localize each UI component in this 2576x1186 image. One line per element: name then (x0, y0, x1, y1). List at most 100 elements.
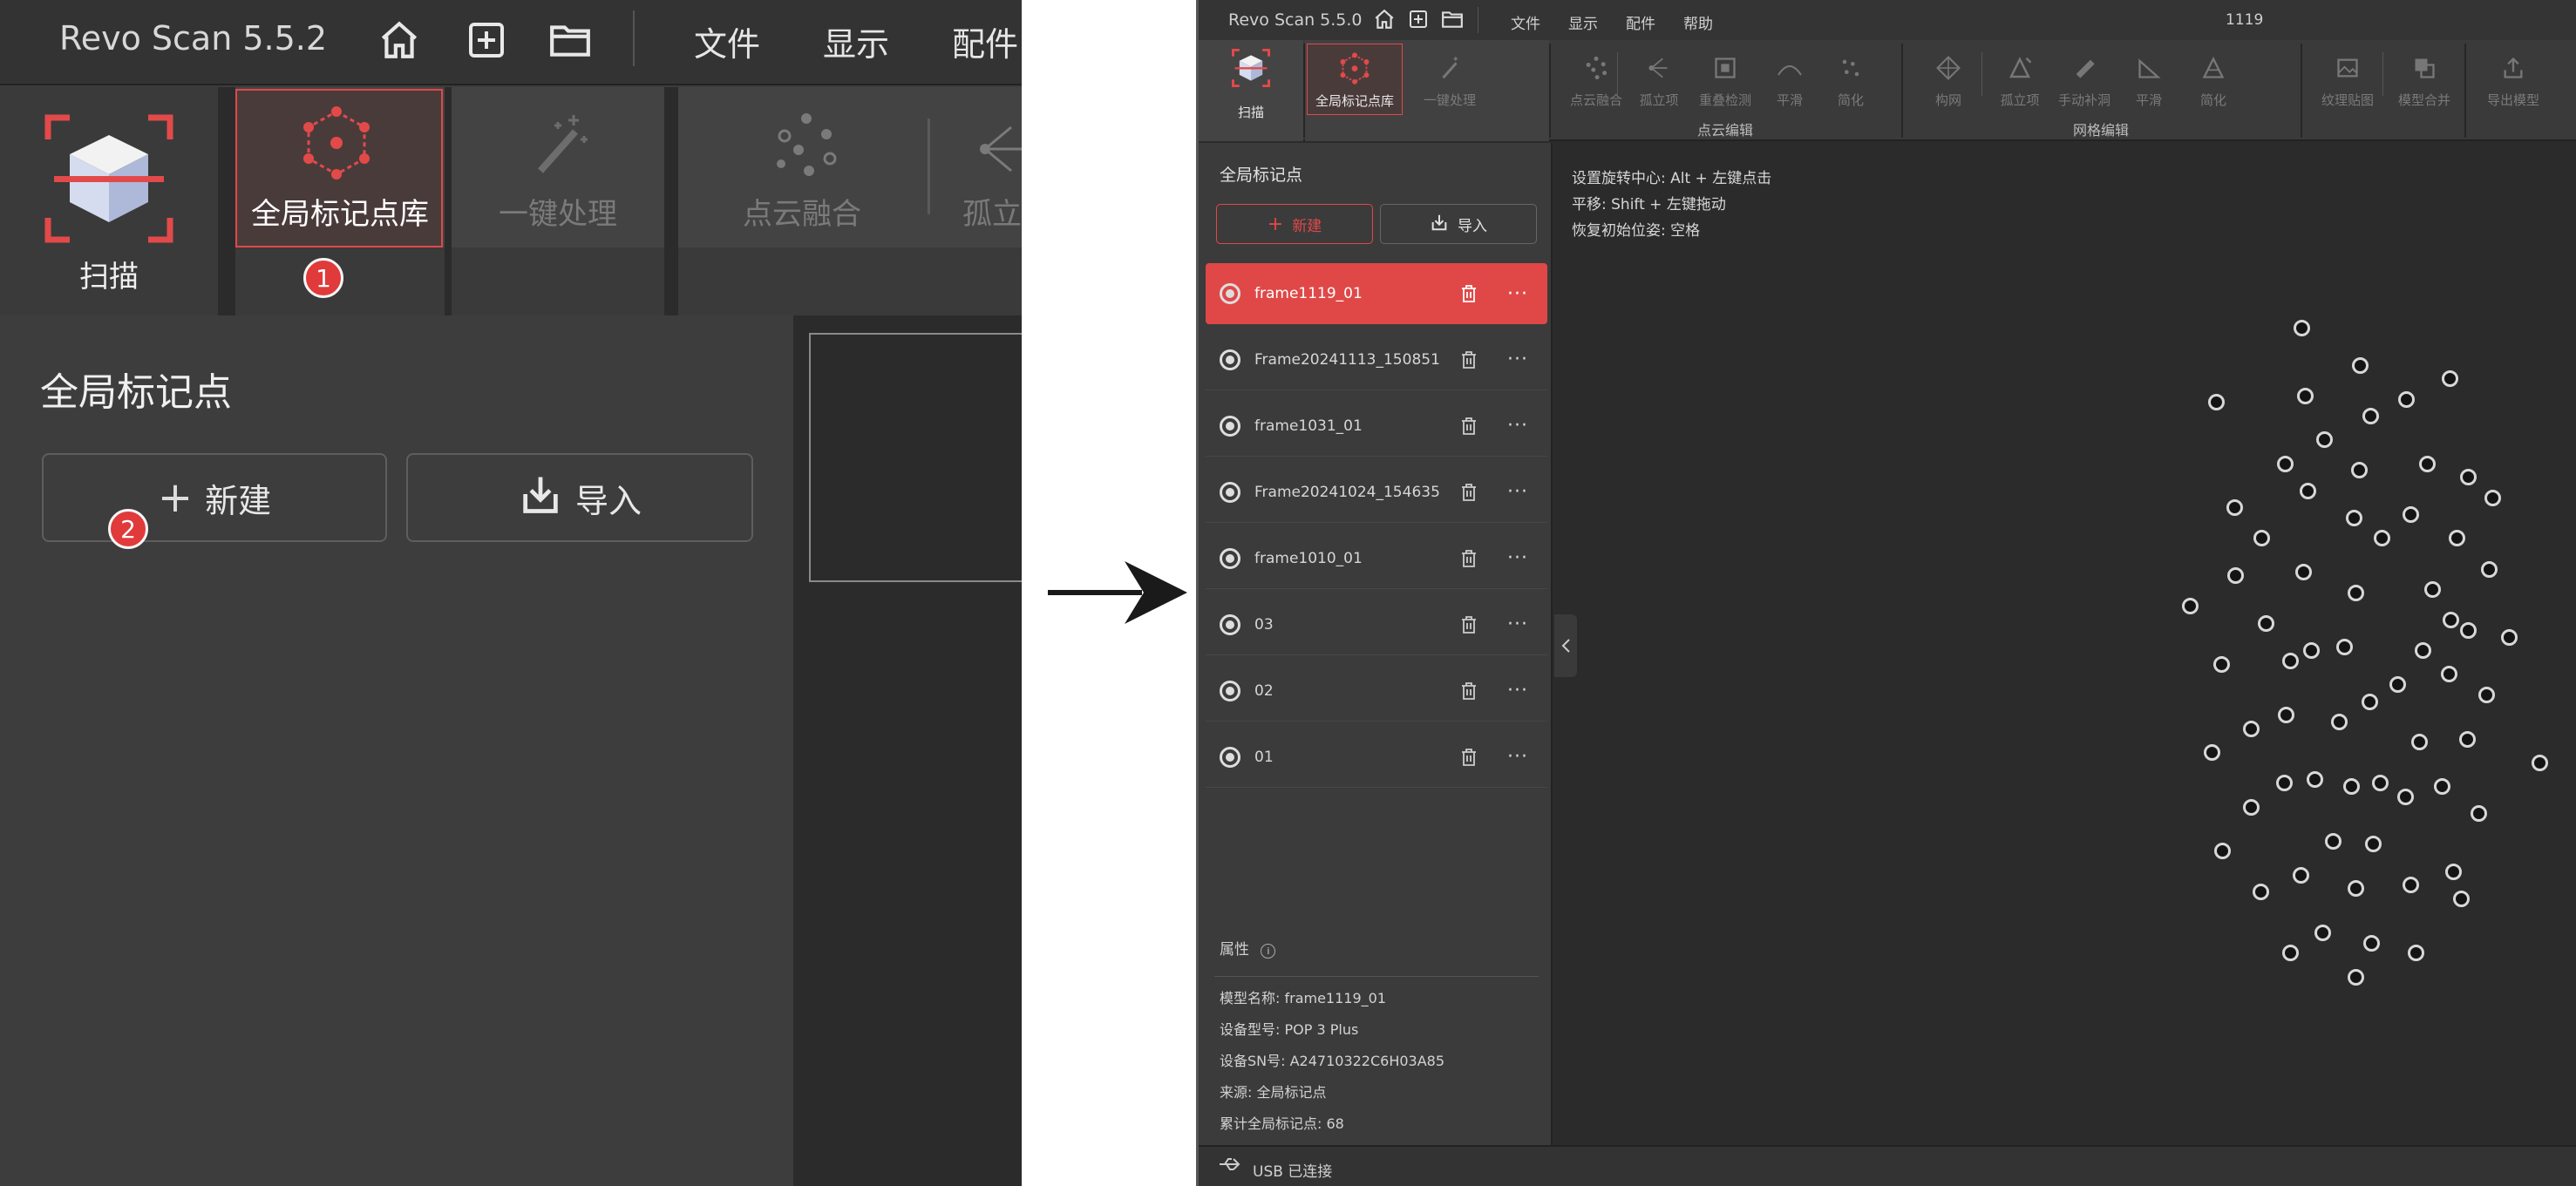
smooth-icon (1771, 49, 1809, 87)
marker-point (2295, 564, 2312, 581)
delete-icon[interactable] (1457, 348, 1481, 372)
new-button[interactable]: + 新建 (1216, 204, 1373, 244)
tool-isolated[interactable]: 孤立项 (1622, 44, 1696, 113)
menu-accessories[interactable]: 配件 (1626, 11, 1655, 33)
marker-set-row[interactable]: Frame20241113_150851 ··· (1206, 329, 1547, 390)
new-project-icon[interactable] (1408, 9, 1429, 33)
delete-icon[interactable] (1457, 745, 1481, 769)
radio-icon[interactable] (1220, 547, 1240, 569)
marker-set-row[interactable]: frame1119_01 ··· (1206, 263, 1547, 324)
more-options-icon[interactable]: ··· (1500, 746, 1535, 768)
menu-view[interactable]: 显示 (1568, 11, 1598, 33)
marker-set-row[interactable]: 03 ··· (1206, 594, 1547, 655)
tool-meshing[interactable]: 构网 (1912, 44, 1985, 113)
radio-icon[interactable] (1220, 613, 1240, 635)
marker-set-name: 01 (1254, 748, 1274, 766)
menu-file[interactable]: 文件 (694, 17, 760, 65)
tool-mesh-simplify[interactable]: 简化 (2177, 44, 2250, 113)
marker-set-row[interactable]: 02 ··· (1206, 661, 1547, 722)
marker-point (2351, 462, 2368, 479)
prop-source: 来源: 全局标记点 (1220, 1084, 1327, 1101)
marker-set-name: frame1010_01 (1254, 549, 1363, 567)
usb-status: USB 已连接 (1253, 1163, 1333, 1181)
open-folder-icon[interactable] (1441, 8, 1464, 34)
tool-label: 孤立项 (1639, 92, 1679, 108)
delete-icon[interactable] (1457, 414, 1481, 438)
radio-icon[interactable] (1220, 481, 1240, 503)
radio-icon[interactable] (1220, 415, 1240, 437)
delete-icon[interactable] (1457, 613, 1481, 637)
marker-point (2214, 843, 2231, 860)
import-button[interactable]: 导入 (1380, 204, 1537, 244)
marker-set-row[interactable]: frame1010_01 ··· (1206, 528, 1547, 589)
new-project-icon[interactable] (460, 14, 513, 66)
marker-point (2424, 580, 2441, 598)
marker-point (2445, 863, 2462, 880)
info-icon[interactable]: i (1261, 944, 1276, 959)
delete-icon[interactable] (1457, 546, 1481, 571)
tool-global-marker-lib[interactable]: 全局标记点库 (1307, 44, 1403, 115)
tool-mesh-smooth[interactable]: 平滑 (2112, 44, 2185, 113)
viewport-frame (809, 333, 1022, 582)
radio-icon[interactable] (1220, 349, 1240, 370)
radio-icon[interactable] (1220, 746, 1240, 768)
radio-icon[interactable] (1220, 283, 1240, 304)
tool-scan[interactable]: 扫描 (1211, 44, 1291, 120)
tool-one-click[interactable]: 一键处理 (1413, 44, 1486, 113)
ribbon-separator (928, 119, 930, 214)
marker-set-row[interactable]: 01 ··· (1206, 727, 1547, 788)
scan-icon[interactable] (44, 113, 174, 244)
app-title: Revo Scan 5.5.2 (59, 19, 328, 58)
prop-device-model: 设备型号: POP 3 Plus (1220, 1021, 1359, 1038)
menu-help[interactable]: 帮助 (1683, 11, 1713, 33)
delete-icon[interactable] (1457, 281, 1481, 306)
delete-icon[interactable] (1457, 480, 1481, 505)
more-options-icon[interactable]: ··· (1500, 481, 1535, 503)
home-icon[interactable] (1373, 8, 1396, 34)
tool-mesh-isolated[interactable]: 孤立项 (1983, 44, 2056, 113)
marker-point (2282, 945, 2299, 962)
tool-label: 一键处理 (1423, 92, 1476, 108)
properties-title: 属性 i (1220, 937, 1276, 959)
global-marker-lib-label: 全局标记点库 (251, 197, 429, 232)
menu-accessories[interactable]: 配件 (952, 17, 1018, 65)
fill-hole-icon (2065, 49, 2104, 87)
more-options-icon[interactable]: ··· (1500, 415, 1535, 437)
tool-label: 手动补洞 (2057, 92, 2110, 108)
tool-label: 全局标记点库 (1315, 93, 1394, 109)
tool-label: 简化 (1837, 92, 1864, 108)
tool-manual-fill[interactable]: 手动补洞 (2048, 44, 2121, 113)
open-folder-icon[interactable] (544, 14, 596, 66)
more-options-icon[interactable]: ··· (1500, 283, 1535, 305)
menu-view[interactable]: 显示 (823, 17, 889, 65)
import-button[interactable]: 导入 (406, 453, 753, 542)
point-cloud-icon (767, 110, 846, 180)
new-button[interactable]: + 新建 (42, 453, 387, 542)
tool-model-merge[interactable]: 模型合并 (2388, 44, 2461, 113)
more-options-icon[interactable]: ··· (1500, 349, 1535, 370)
more-options-icon[interactable]: ··· (1500, 680, 1535, 701)
delete-icon[interactable] (1457, 679, 1481, 703)
tool-export-model[interactable]: 导出模型 (2477, 44, 2550, 113)
properties-divider (1214, 976, 1539, 977)
more-options-icon[interactable]: ··· (1500, 613, 1535, 635)
home-icon[interactable] (373, 14, 425, 66)
marker-point (2403, 506, 2419, 524)
tool-texture[interactable]: 纹理贴图 (2311, 44, 2384, 113)
collapse-sidebar-button[interactable] (1554, 614, 1577, 677)
marker-set-row[interactable]: Frame20241024_154635 ··· (1206, 462, 1547, 523)
radio-icon[interactable] (1220, 680, 1240, 701)
import-icon (1430, 213, 1449, 236)
menu-file[interactable]: 文件 (1511, 11, 1540, 33)
marker-set-row[interactable]: frame1031_01 ··· (1206, 396, 1547, 457)
more-options-icon[interactable]: ··· (1500, 547, 1535, 569)
tool-label: 导出模型 (2486, 92, 2539, 108)
tool-simplify[interactable]: 简化 (1814, 44, 1887, 113)
mesh-isolated-icon (2001, 49, 2039, 87)
marker-point (2276, 775, 2293, 792)
ribbon-separator (2382, 52, 2383, 96)
hint-reset: 恢复初始位姿: 空格 (1572, 222, 1701, 240)
tool-overlap-detection[interactable]: 重叠检测 (1689, 44, 1762, 113)
point-cloud-icon (1577, 49, 1615, 87)
group-mesh-edit: 网格编辑 (2072, 122, 2129, 139)
